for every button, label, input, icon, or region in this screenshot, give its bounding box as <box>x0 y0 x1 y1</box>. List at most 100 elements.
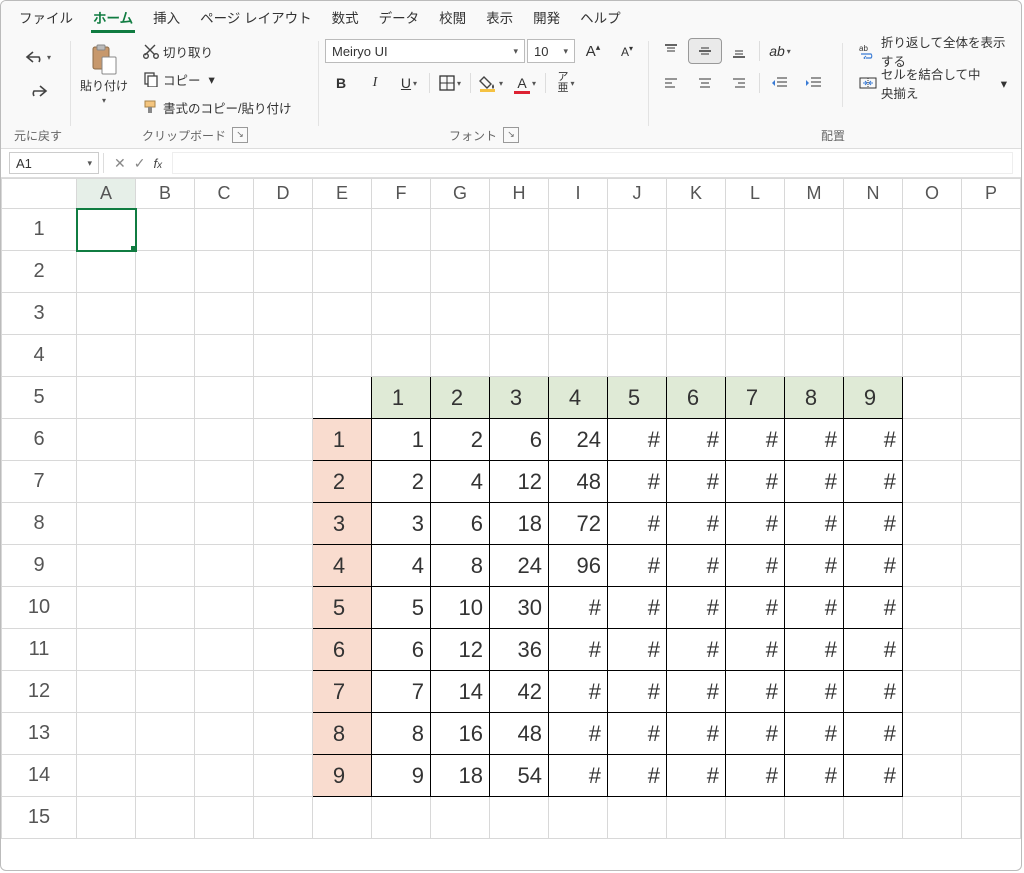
cell[interactable]: # <box>785 545 844 587</box>
menu-item-0[interactable]: ファイル <box>11 3 81 33</box>
column-header[interactable]: H <box>490 179 549 209</box>
cell[interactable] <box>549 335 608 377</box>
cell[interactable] <box>667 335 726 377</box>
font-size-select[interactable]: 10 ▾ <box>527 39 575 63</box>
cell[interactable]: # <box>726 545 785 587</box>
cell[interactable]: 14 <box>431 671 490 713</box>
cell[interactable]: # <box>549 713 608 755</box>
cell[interactable] <box>254 503 313 545</box>
cell[interactable]: 4 <box>431 461 490 503</box>
merge-center-button[interactable]: セルを結合して中央揃え ▾ <box>855 71 1011 95</box>
cell[interactable] <box>372 797 431 839</box>
cell[interactable]: # <box>844 419 903 461</box>
cell[interactable] <box>608 293 667 335</box>
enter-formula-icon[interactable]: ✓ <box>134 155 146 172</box>
cell[interactable] <box>372 251 431 293</box>
cell[interactable]: # <box>844 713 903 755</box>
cell[interactable] <box>431 293 490 335</box>
cell[interactable]: # <box>785 713 844 755</box>
cell[interactable] <box>195 293 254 335</box>
cell[interactable] <box>903 251 962 293</box>
column-header[interactable]: A <box>77 179 136 209</box>
cell[interactable]: 1 <box>372 377 431 419</box>
cell[interactable]: # <box>549 629 608 671</box>
cell[interactable]: 10 <box>431 587 490 629</box>
cancel-formula-icon[interactable]: ✕ <box>114 155 126 172</box>
cut-button[interactable]: 切り取り <box>139 39 295 63</box>
cell[interactable] <box>903 713 962 755</box>
cell[interactable]: 5 <box>608 377 667 419</box>
cell[interactable]: 2 <box>372 461 431 503</box>
cell[interactable]: # <box>667 587 726 629</box>
cell[interactable] <box>136 377 195 419</box>
cell[interactable] <box>195 251 254 293</box>
column-header[interactable]: E <box>313 179 372 209</box>
cell[interactable] <box>962 755 1021 797</box>
cell[interactable]: 3 <box>313 503 372 545</box>
cell[interactable]: 12 <box>431 629 490 671</box>
cell[interactable] <box>962 671 1021 713</box>
cell[interactable]: 8 <box>785 377 844 419</box>
menu-item-9[interactable]: ヘルプ <box>572 3 629 33</box>
cell[interactable] <box>962 713 1021 755</box>
cell[interactable] <box>903 377 962 419</box>
cell[interactable]: 42 <box>490 671 549 713</box>
cell[interactable] <box>254 461 313 503</box>
cell[interactable]: # <box>844 545 903 587</box>
menu-item-5[interactable]: データ <box>371 3 428 33</box>
cell[interactable]: 7 <box>313 671 372 713</box>
format-painter-button[interactable]: 書式のコピー/貼り付け <box>139 95 295 119</box>
cell[interactable] <box>195 587 254 629</box>
cell[interactable] <box>490 209 549 251</box>
cell[interactable] <box>254 713 313 755</box>
select-all-corner[interactable] <box>2 179 77 209</box>
cell[interactable]: # <box>667 419 726 461</box>
cell[interactable]: 1 <box>313 419 372 461</box>
cell[interactable]: 16 <box>431 713 490 755</box>
cell[interactable]: # <box>726 713 785 755</box>
column-header[interactable]: P <box>962 179 1021 209</box>
cell[interactable]: 8 <box>431 545 490 587</box>
cell[interactable] <box>372 335 431 377</box>
cell[interactable]: # <box>549 671 608 713</box>
cell[interactable] <box>77 671 136 713</box>
menu-item-3[interactable]: ページ レイアウト <box>192 3 319 33</box>
cell[interactable]: # <box>785 461 844 503</box>
cell[interactable] <box>962 293 1021 335</box>
row-header[interactable]: 13 <box>2 713 77 755</box>
cell[interactable]: 4 <box>313 545 372 587</box>
undo-button[interactable]: ▾ <box>22 45 54 69</box>
cell[interactable]: 96 <box>549 545 608 587</box>
cell[interactable] <box>608 251 667 293</box>
cell[interactable] <box>313 293 372 335</box>
cell[interactable] <box>136 755 195 797</box>
cell[interactable] <box>667 797 726 839</box>
cell[interactable] <box>136 209 195 251</box>
cell[interactable] <box>136 461 195 503</box>
cell[interactable]: # <box>726 671 785 713</box>
cell[interactable] <box>195 503 254 545</box>
dialog-launcher-icon[interactable]: ↘ <box>503 127 519 143</box>
cell[interactable] <box>490 251 549 293</box>
cell[interactable] <box>77 545 136 587</box>
cell[interactable]: # <box>608 755 667 797</box>
row-header[interactable]: 3 <box>2 293 77 335</box>
cell[interactable] <box>254 209 313 251</box>
cell[interactable] <box>136 503 195 545</box>
align-middle-button[interactable] <box>689 39 721 63</box>
cell[interactable]: # <box>608 587 667 629</box>
cell[interactable] <box>136 293 195 335</box>
cell[interactable] <box>77 461 136 503</box>
cell[interactable] <box>844 209 903 251</box>
cell[interactable] <box>431 797 490 839</box>
cell[interactable] <box>962 251 1021 293</box>
cell[interactable]: 36 <box>490 629 549 671</box>
cell[interactable]: 7 <box>372 671 431 713</box>
cell[interactable] <box>254 797 313 839</box>
cell[interactable]: # <box>785 671 844 713</box>
cell[interactable] <box>77 377 136 419</box>
cell[interactable]: 18 <box>431 755 490 797</box>
column-header[interactable]: B <box>136 179 195 209</box>
cell[interactable]: 9 <box>372 755 431 797</box>
cell[interactable] <box>313 335 372 377</box>
